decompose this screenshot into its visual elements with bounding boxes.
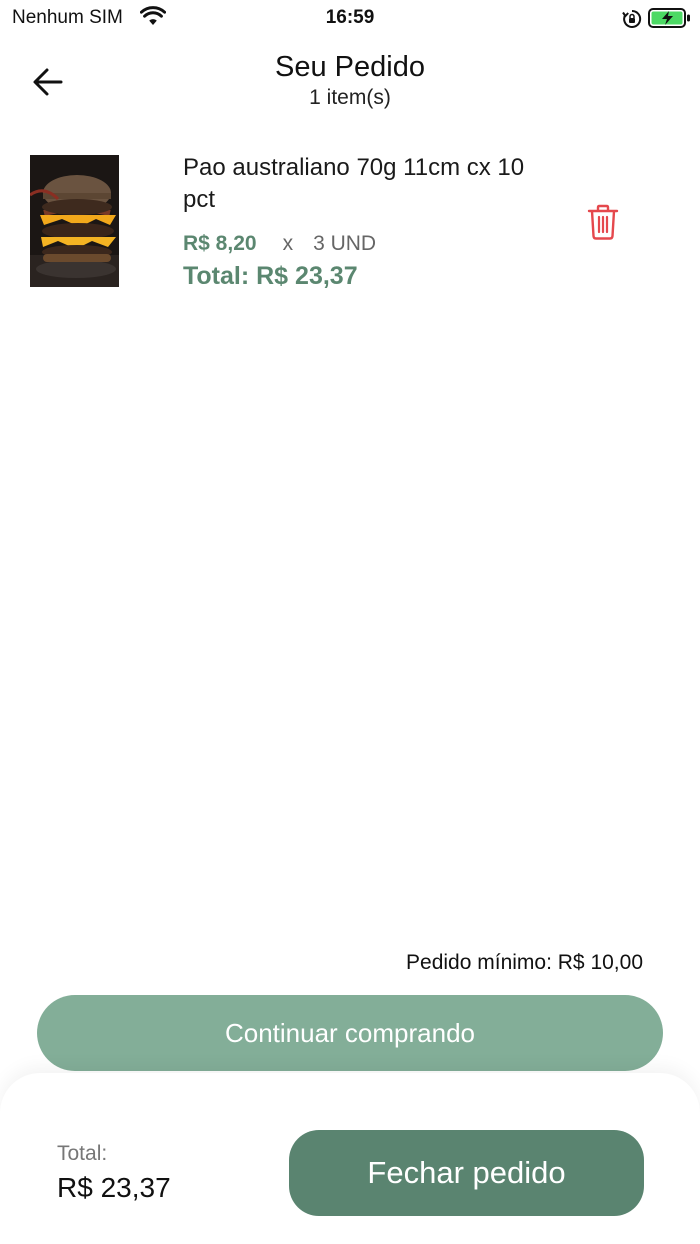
battery-charging-icon bbox=[648, 7, 692, 34]
rotation-lock-icon bbox=[622, 9, 642, 34]
total-label: Total: bbox=[57, 1142, 108, 1165]
quantity: 3 UND bbox=[313, 232, 377, 255]
checkout-button[interactable]: Fechar pedido bbox=[289, 1130, 644, 1216]
trash-icon bbox=[587, 204, 619, 240]
unit-price: R$ 8,20 bbox=[183, 232, 257, 255]
multiply-sign: x bbox=[282, 232, 294, 255]
delete-item-button[interactable] bbox=[586, 203, 620, 241]
total-value: R$ 23,37 bbox=[57, 1172, 171, 1203]
clock: 16:59 bbox=[325, 7, 375, 28]
page-title: Seu Pedido bbox=[275, 51, 425, 83]
item-count: 1 item(s) bbox=[309, 86, 391, 109]
price-row: R$ 8,20 x 3 UND bbox=[183, 232, 376, 256]
item-total: Total: R$ 23,37 bbox=[183, 262, 358, 290]
product-image[interactable] bbox=[30, 155, 119, 287]
minimum-order-text: Pedido mínimo: R$ 10,00 bbox=[406, 951, 643, 974]
status-bar: Nenhum SIM 16:59 bbox=[0, 0, 700, 38]
product-name: Pao australiano 70g 11cm cx 10 pct bbox=[183, 154, 525, 213]
continue-shopping-button[interactable]: Continuar comprando bbox=[37, 995, 663, 1071]
burger-photo bbox=[30, 155, 119, 287]
